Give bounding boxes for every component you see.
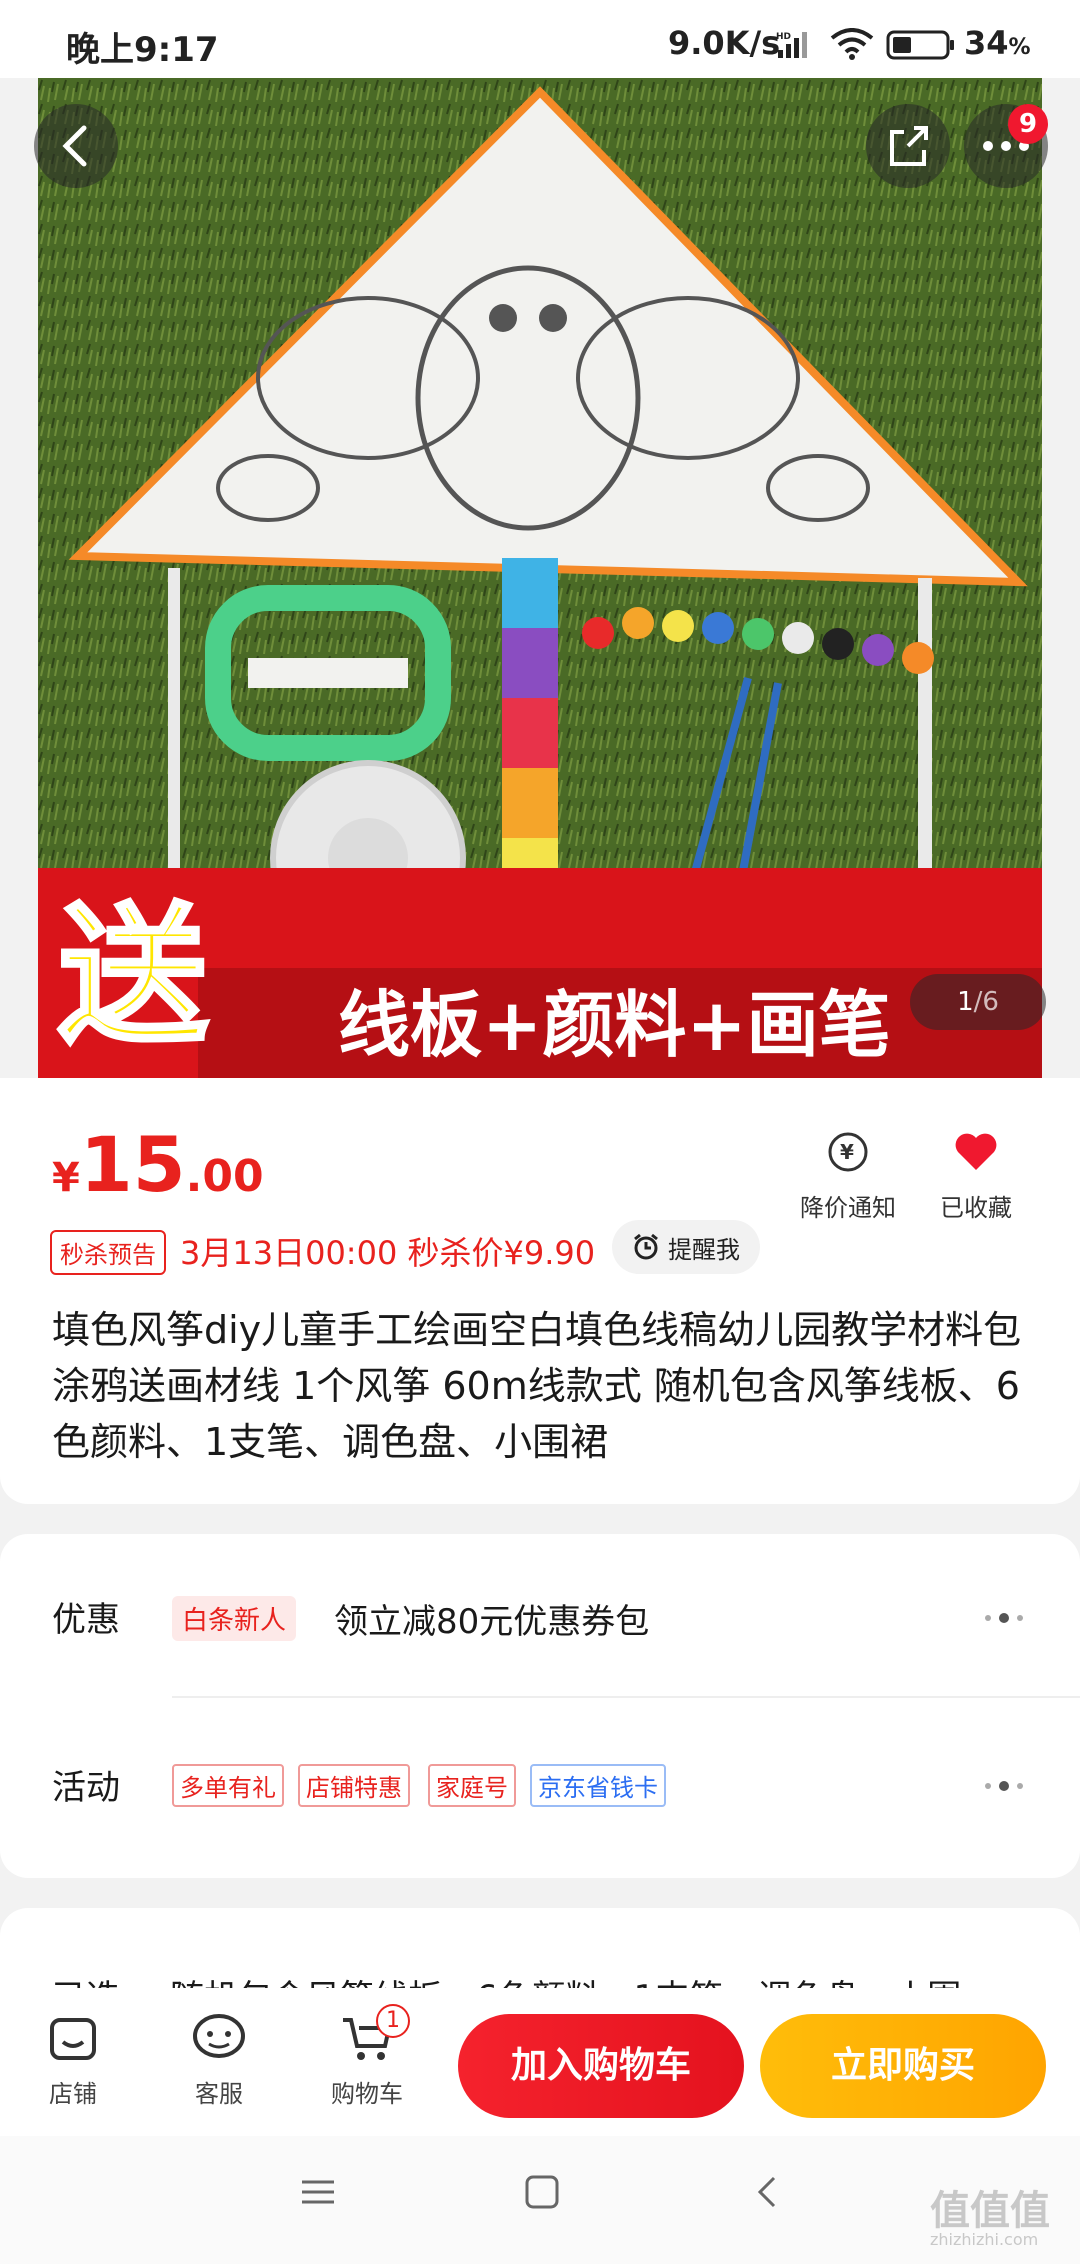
favorite-button[interactable]: 已收藏 <box>940 1122 1012 1223</box>
coupon-offer-text[interactable]: 领立减80元优惠券包 <box>334 1594 649 1643</box>
add-to-cart-button[interactable]: 加入购物车 <box>458 2014 744 2118</box>
network-speed: 9.0K/s <box>668 24 781 62</box>
buy-now-button[interactable]: 立即购买 <box>760 2014 1046 2118</box>
share-icon <box>890 126 928 166</box>
activity-tag-multi-order: 多单有礼 <box>172 1764 284 1807</box>
back-arrow-icon <box>62 125 87 167</box>
watermark-logo: 值值值 <box>930 2188 1050 2234</box>
flash-sale-tag: 秒杀预告 <box>50 1230 166 1275</box>
battery-percent: 34% <box>964 24 1031 62</box>
activity-tag-shop-deal: 店铺特惠 <box>298 1764 410 1807</box>
promotions-card: 优惠 白条新人 领立减80元优惠券包 活动 多单有礼 店铺特惠 家庭号 京东省钱… <box>0 1534 1080 1878</box>
share-button[interactable] <box>866 104 950 188</box>
promo-items-text: 线板+颜料+画笔 <box>338 983 891 1067</box>
activity-tag-family: 家庭号 <box>428 1764 516 1807</box>
heart-icon <box>946 1122 1006 1182</box>
product-price: ¥15.00 <box>52 1120 264 1209</box>
customer-service-button[interactable]: 客服 <box>164 2006 274 2109</box>
product-image[interactable]: 送 线板+颜料+画笔 <box>38 78 1042 1078</box>
image-page-indicator: 1/6 <box>910 974 1046 1030</box>
shop-button[interactable]: 店铺 <box>18 2006 128 2109</box>
chat-icon <box>164 2006 274 2070</box>
remind-me-button[interactable]: 提醒我 <box>612 1220 760 1274</box>
price-card: ¥15.00 ¥ 降价通知 已收藏 秒杀预告 3月13日00:00 秒杀价¥9.… <box>0 1078 1080 1504</box>
svg-text:¥: ¥ <box>840 1140 854 1164</box>
flash-sale-text: 3月13日00:00 秒杀价¥9.90 <box>180 1234 596 1272</box>
price-drop-notify-button[interactable]: ¥ 降价通知 <box>800 1122 896 1223</box>
watermark-domain: zhizhizhi.com <box>930 2230 1039 2249</box>
cart-count-badge: 1 <box>376 2004 410 2038</box>
price-drop-icon: ¥ <box>818 1122 878 1182</box>
menu-key-icon[interactable] <box>298 2172 338 2212</box>
divider <box>172 1696 1080 1698</box>
shop-icon <box>18 2006 128 2070</box>
promo-send-text: 送 <box>58 890 208 1064</box>
product-title: 填色风筝diy儿童手工绘画空白填色线稿幼儿园教学材料包涂鸦送画材线 1个风筝 6… <box>52 1308 1022 1464</box>
activity-more-icon[interactable] <box>982 1776 1032 1796</box>
alarm-clock-icon <box>634 1233 658 1260</box>
discount-more-icon[interactable] <box>982 1608 1032 1628</box>
svg-text:HD: HD <box>776 32 791 42</box>
back-button[interactable] <box>34 104 118 188</box>
system-navigation-bar <box>0 2136 1080 2264</box>
activity-label: 活动 <box>52 1768 120 1808</box>
wifi-icon <box>830 28 874 64</box>
message-count-badge: 9 <box>1008 104 1048 144</box>
baitiao-newcomer-tag: 白条新人 <box>172 1596 297 1641</box>
activity-tag-savings-card: 京东省钱卡 <box>530 1764 666 1807</box>
discount-label: 优惠 <box>52 1600 120 1640</box>
home-key-icon[interactable] <box>522 2172 562 2212</box>
battery-icon <box>886 30 956 64</box>
back-key-icon[interactable] <box>748 2172 788 2212</box>
status-time: 晚上9:17 <box>66 30 219 70</box>
cart-button[interactable]: 1 购物车 <box>312 2004 422 2109</box>
bottom-action-bar: 店铺 客服 1 购物车 加入购物车 立即购买 <box>0 1988 1080 2136</box>
status-bar: 晚上9:17 9.0K/s HD 34% <box>0 0 1080 78</box>
cell-signal-icon: HD <box>776 30 816 64</box>
